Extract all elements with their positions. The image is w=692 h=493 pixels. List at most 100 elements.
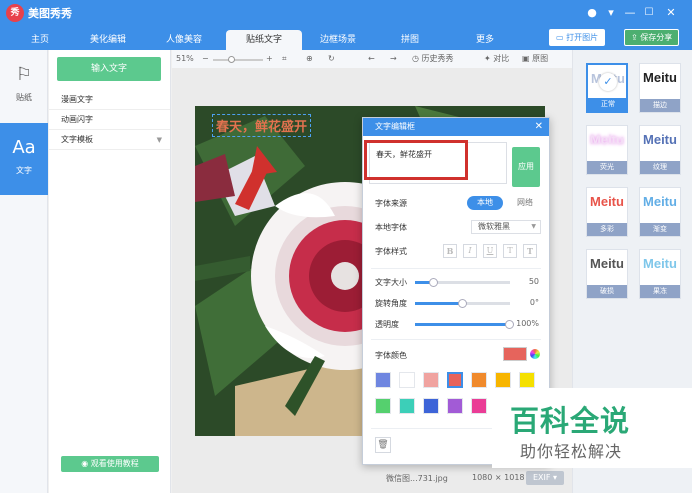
original-button[interactable]: ▣ 原图 xyxy=(522,53,548,65)
style-caption: 荧光 xyxy=(587,161,627,174)
rotation-value: 0° xyxy=(529,298,539,307)
color-swatch[interactable] xyxy=(447,372,463,388)
text-size-thumb[interactable] xyxy=(429,278,438,287)
shadow-text-button[interactable]: T xyxy=(523,244,537,258)
sub-item-text-template[interactable]: 文字模板 ▼ xyxy=(49,130,170,150)
rotation-thumb[interactable] xyxy=(458,299,467,308)
overlay-text-box[interactable]: 春天，鲜花盛开 xyxy=(212,114,312,137)
underline-button[interactable]: U xyxy=(483,244,497,258)
rotate-icon[interactable]: ↻ xyxy=(328,53,335,65)
tab-more[interactable]: 更多 xyxy=(455,30,515,50)
close-icon[interactable]: ✕ xyxy=(662,4,680,22)
style-tile-colorful[interactable]: Meitu 多彩 xyxy=(586,187,628,237)
undo-icon[interactable]: ← xyxy=(368,53,375,65)
font-source-web-button[interactable]: 网络 xyxy=(507,196,543,210)
opacity-label: 透明度 xyxy=(375,320,399,329)
color-swatch[interactable] xyxy=(495,372,511,388)
zoom-fit-icon[interactable]: ⊕ xyxy=(306,53,313,65)
tab-collage[interactable]: 拼图 xyxy=(380,30,440,50)
input-text-button[interactable]: 输入文字 xyxy=(57,57,161,81)
italic-button[interactable]: I xyxy=(463,244,477,258)
zoom-slider[interactable] xyxy=(213,59,263,61)
opacity-fill xyxy=(415,323,510,326)
tab-sticker-text[interactable]: 贴纸文字 xyxy=(226,30,302,50)
style-sample: Meitu xyxy=(590,132,624,147)
style-tile-glow[interactable]: Meitu 荧光 xyxy=(586,125,628,175)
opacity-slider[interactable] xyxy=(415,320,514,329)
compare-button[interactable]: ✦ 对比 xyxy=(484,53,509,65)
color-swatch[interactable] xyxy=(399,372,415,388)
color-swatch[interactable] xyxy=(375,372,391,388)
style-caption: 纹理 xyxy=(640,161,680,174)
close-icon[interactable]: ✕ xyxy=(535,118,543,136)
style-tile-jelly[interactable]: Meitu 果冻 xyxy=(639,249,681,299)
style-caption: 多彩 xyxy=(587,223,627,236)
style-sample: Meitu xyxy=(643,194,677,209)
zoom-slider-thumb[interactable] xyxy=(228,56,235,63)
sub-item-animated-text[interactable]: 动画闪字 xyxy=(49,110,170,130)
opacity-value: 100% xyxy=(516,319,539,328)
app-logo: 秀 xyxy=(6,4,24,22)
exif-label: EXIF xyxy=(532,473,551,482)
style-tile-normal[interactable]: Meitu ✓ 正常 xyxy=(586,63,628,113)
save-share-button[interactable]: ⇪ 保存分享 xyxy=(624,29,680,46)
opacity-thumb[interactable] xyxy=(505,320,514,329)
style-sample: Meitu xyxy=(643,132,677,147)
style-tile-stroke[interactable]: Meitu 描边 xyxy=(639,63,681,113)
menu-dropdown-icon[interactable]: ▾ xyxy=(602,4,620,22)
local-font-label: 本地字体 xyxy=(375,223,407,232)
color-swatch[interactable] xyxy=(375,398,391,414)
text-aa-icon: Aa xyxy=(12,137,36,158)
watermark: 百科全说 助你轻松解决 xyxy=(492,388,692,468)
tab-frame-scene[interactable]: 边框场景 xyxy=(308,30,368,50)
color-swatch[interactable] xyxy=(423,398,439,414)
apply-button[interactable]: 应用 xyxy=(512,147,540,187)
sub-item-comic-text[interactable]: 漫画文字 xyxy=(49,90,170,110)
redo-icon[interactable]: → xyxy=(390,53,397,65)
maximize-icon[interactable]: ☐ xyxy=(640,4,658,22)
color-swatch[interactable] xyxy=(399,398,415,414)
color-swatch[interactable] xyxy=(447,398,463,414)
style-tile-gradient[interactable]: Meitu 渐变 xyxy=(639,187,681,237)
message-icon[interactable]: ● xyxy=(583,4,601,22)
color-swatch[interactable] xyxy=(519,372,535,388)
text-size-slider[interactable] xyxy=(415,278,510,287)
crop-icon[interactable]: ⌗ xyxy=(282,53,287,65)
nav-item-sticker[interactable]: ⚐ 贴纸 xyxy=(0,50,48,122)
exif-button[interactable]: EXIF ▾ xyxy=(526,471,564,485)
dialog-header[interactable]: 文字编辑框 ✕ xyxy=(363,118,549,136)
file-name: 微信图...731.jpg xyxy=(386,474,448,483)
current-color-preview[interactable] xyxy=(503,347,527,361)
history-button[interactable]: ◷ 历史秀秀 xyxy=(412,53,454,65)
style-sample: Meitu xyxy=(643,70,677,85)
color-swatch[interactable] xyxy=(471,398,487,414)
style-tile-texture[interactable]: Meitu 纹理 xyxy=(639,125,681,175)
save-share-label: 保存分享 xyxy=(640,33,673,42)
font-source-local-button[interactable]: 本地 xyxy=(467,196,503,210)
outline-text-button[interactable]: T xyxy=(503,244,517,258)
nav-item-text[interactable]: Aa 文字 xyxy=(0,123,48,195)
style-tile-broken[interactable]: Meitu 破损 xyxy=(586,249,628,299)
text-sub-panel: 输入文字 漫画文字 动画闪字 文字模板 ▼ ◉ 观看使用教程 xyxy=(49,50,171,493)
style-caption: 描边 xyxy=(640,99,680,112)
chevron-down-icon: ▼ xyxy=(156,136,162,144)
trash-icon[interactable]: 🗑 xyxy=(375,437,391,453)
left-nav: ⚐ 贴纸 Aa 文字 xyxy=(0,50,48,493)
font-select[interactable]: 微软雅黑 ▼ xyxy=(471,220,541,234)
divider xyxy=(371,268,541,269)
rotation-slider[interactable] xyxy=(415,299,510,308)
tab-beautify-edit[interactable]: 美化编辑 xyxy=(78,30,138,50)
color-swatch[interactable] xyxy=(471,372,487,388)
watch-tutorial-button[interactable]: ◉ 观看使用教程 xyxy=(61,456,159,472)
bold-button[interactable]: B xyxy=(443,244,457,258)
zoom-in-icon[interactable]: + xyxy=(266,53,273,65)
zoom-out-icon[interactable]: − xyxy=(202,53,209,65)
style-caption: 渐变 xyxy=(640,223,680,236)
minimize-icon[interactable]: — xyxy=(621,4,639,22)
open-image-button[interactable]: ▭ 打开图片 xyxy=(549,29,606,46)
color-swatch[interactable] xyxy=(423,372,439,388)
tab-portrait[interactable]: 人像美容 xyxy=(154,30,214,50)
color-picker-icon[interactable] xyxy=(530,349,540,359)
image-dimensions: 1080 × 1018 xyxy=(472,473,525,482)
tab-home[interactable]: 主页 xyxy=(10,30,70,50)
